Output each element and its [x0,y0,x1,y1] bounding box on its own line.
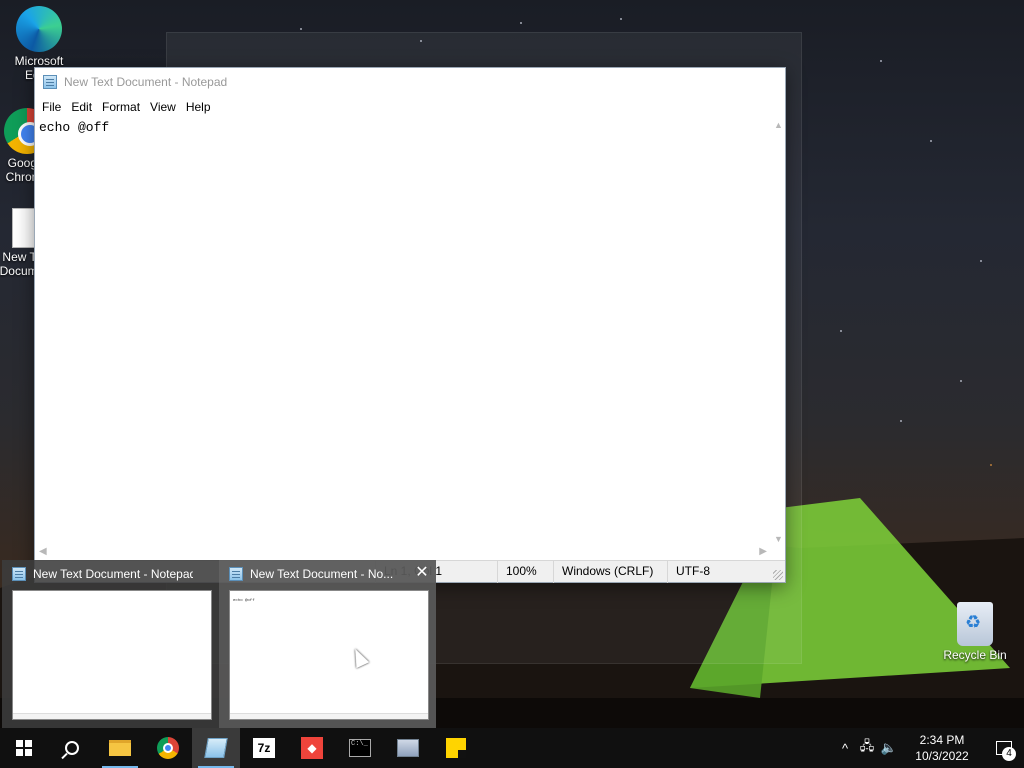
title-bar[interactable]: New Text Document - Notepad [35,68,785,96]
thumbnail-title-row: New Text Document - Notepad [12,566,193,582]
start-button[interactable] [0,728,48,768]
status-encoding: UTF-8 [667,561,777,583]
action-center-button[interactable]: 4 [984,728,1024,768]
thumbnail-preview-status [13,713,211,719]
notepad-icon [204,738,228,758]
taskbar-thumbnail-popup: New Text Document - Notepad New Text Doc… [2,560,436,728]
taskbar-notepad[interactable] [192,728,240,768]
notepad-icon [229,567,243,581]
thumbnail-preview[interactable]: echo @off [229,590,429,720]
volume-icon[interactable]: 🔈 [878,740,900,756]
vertical-scrollbar[interactable]: ▲ ▼ [771,118,785,546]
window-title: New Text Document - Notepad [64,75,228,89]
network-icon[interactable]: 🖧 [856,737,878,759]
notepad-icon [12,567,26,581]
thumbnail-preview-text: echo @off [233,599,255,603]
menu-format[interactable]: Format [97,100,145,114]
sticky-notes-icon [446,738,466,758]
thumbnail-window-1[interactable]: New Text Document - Notepad [2,560,219,728]
menu-file[interactable]: File [37,100,66,114]
taskbar: 7z ◆ C:\_ ^ 🖧 🔈 2:34 PM 10/3/2022 4 [0,728,1024,768]
taskbar-display-settings[interactable] [384,728,432,768]
menu-view[interactable]: View [145,100,181,114]
desktop-icon-label: Recycle Bin [943,648,1007,662]
close-icon[interactable]: ✕ [414,565,430,581]
taskbar-anydesk[interactable]: ◆ [288,728,336,768]
system-tray: ^ 🖧 🔈 2:34 PM 10/3/2022 4 [834,728,1024,768]
file-explorer-icon [109,740,131,756]
taskbar-7zip[interactable]: 7z [240,728,288,768]
chevron-up-icon[interactable]: ^ [834,741,856,756]
desktop-icon-recycle-bin[interactable]: Recycle Bin [938,602,1012,662]
scroll-left-icon[interactable]: ◀ [39,546,47,557]
taskbar-file-explorer[interactable] [96,728,144,768]
notepad-icon [43,75,57,89]
menu-bar: File Edit Format View Help [35,96,785,118]
resize-grip[interactable] [773,570,783,580]
scroll-up-icon[interactable]: ▲ [774,120,783,130]
notepad-window[interactable]: New Text Document - Notepad File Edit Fo… [34,67,786,583]
scroll-down-icon[interactable]: ▼ [774,534,783,544]
menu-edit[interactable]: Edit [66,100,97,114]
thumbnail-window-2[interactable]: New Text Document - No... ✕ echo @off [219,560,436,728]
start-icon [16,740,32,756]
recycle-bin-icon [957,602,993,646]
horizontal-scrollbar[interactable]: ◀ ▶ [35,546,771,560]
chrome-icon [157,737,179,759]
thumbnail-preview[interactable] [12,590,212,720]
status-zoom: 100% [497,561,553,583]
command-prompt-icon: C:\_ [349,739,371,757]
thumbnail-title-row: New Text Document - No... [229,566,410,582]
thumbnail-title: New Text Document - No... [250,567,394,581]
scroll-right-icon[interactable]: ▶ [759,546,767,557]
clock-date: 10/3/2022 [915,749,969,763]
clock-time: 2:34 PM [919,733,965,747]
clock[interactable]: 2:34 PM 10/3/2022 [906,732,978,764]
notification-count: 4 [1002,747,1016,761]
anydesk-icon: ◆ [301,737,323,759]
status-line-ending: Windows (CRLF) [553,561,667,583]
thumbnail-title: New Text Document - Notepad [33,567,193,581]
text-editor[interactable]: echo @off [35,118,771,560]
taskbar-sticky-notes[interactable] [432,728,480,768]
search-button[interactable] [48,728,96,768]
taskbar-chrome[interactable] [144,728,192,768]
search-icon [65,741,79,755]
display-settings-icon [397,739,419,757]
taskbar-command-prompt[interactable]: C:\_ [336,728,384,768]
edge-icon [16,6,62,52]
menu-help[interactable]: Help [181,100,216,114]
7zip-icon: 7z [253,738,275,758]
thumbnail-preview-status [230,713,428,719]
